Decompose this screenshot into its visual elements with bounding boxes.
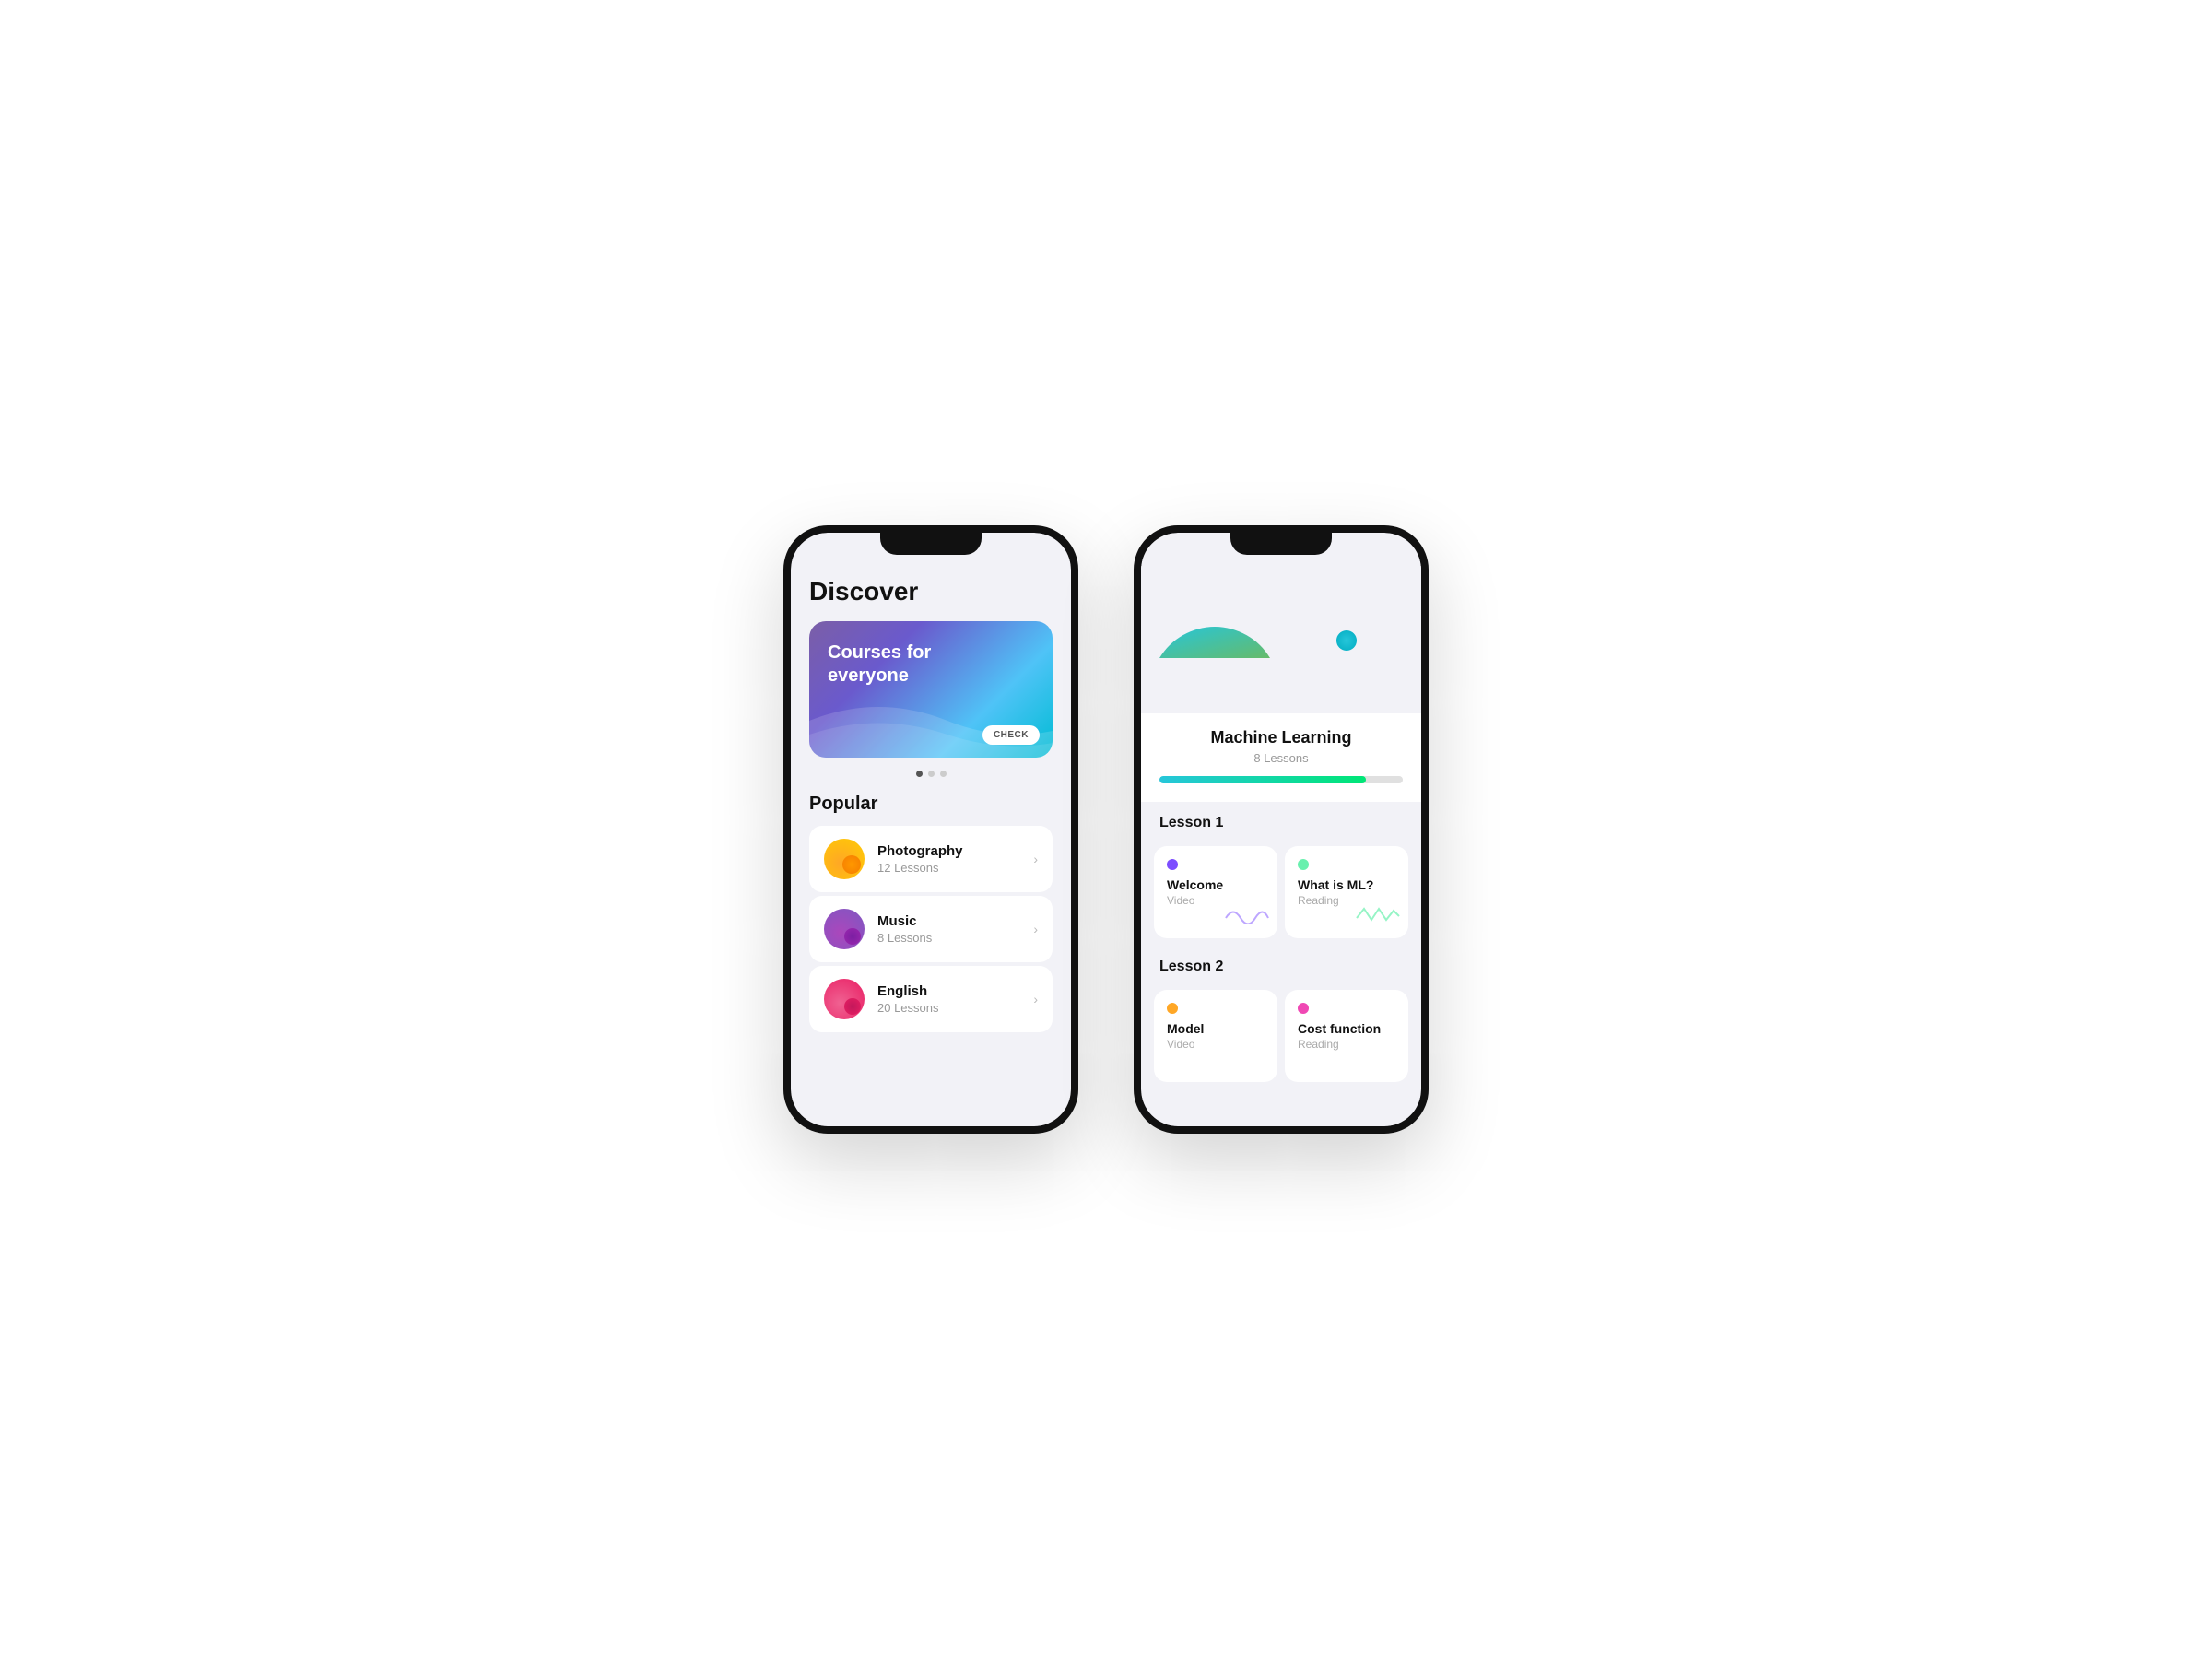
wave-decoration — [1355, 901, 1401, 929]
course-lessons: 12 Lessons — [877, 861, 1020, 875]
phone-course-detail: Machine Learning 8 Lessons Lesson 1 Welc… — [1134, 525, 1429, 1134]
progress-fill — [1159, 776, 1366, 783]
course-item-english[interactable]: English 20 Lessons › — [809, 966, 1053, 1032]
course-name: Photography — [877, 843, 1020, 859]
photography-icon — [824, 839, 865, 879]
course-list: Photography 12 Lessons › Music 8 Lessons — [809, 826, 1053, 1032]
lesson-dot — [1167, 859, 1178, 870]
course-lessons: 8 Lessons — [877, 931, 1020, 945]
scene: Discover Courses for everyone CHECK — [728, 470, 1484, 1189]
course-item-photography[interactable]: Photography 12 Lessons › — [809, 826, 1053, 892]
wave-decoration — [1224, 901, 1270, 929]
carousel-dots — [809, 771, 1053, 777]
popular-title: Popular — [809, 794, 1053, 815]
notch — [1230, 533, 1332, 555]
lesson-card-cost-function[interactable]: Cost function Reading — [1285, 990, 1408, 1082]
phone-discover: Discover Courses for everyone CHECK — [783, 525, 1078, 1134]
lesson-1-header: Lesson 1 — [1141, 802, 1421, 839]
lesson-dot — [1298, 859, 1309, 870]
dot-1[interactable] — [916, 771, 923, 777]
course-header: Machine Learning 8 Lessons — [1141, 566, 1421, 802]
english-icon — [824, 979, 865, 1019]
course-lesson-count: 8 Lessons — [1159, 751, 1403, 765]
check-button[interactable]: CHECK — [982, 725, 1040, 745]
chevron-icon: › — [1033, 992, 1038, 1006]
course-item-music[interactable]: Music 8 Lessons › — [809, 896, 1053, 962]
course-lessons: 20 Lessons — [877, 1001, 1020, 1015]
course-name: English — [877, 983, 1020, 999]
course-title-section: Machine Learning 8 Lessons — [1141, 713, 1421, 765]
lesson-dot — [1298, 1003, 1309, 1014]
lesson-type: Reading — [1298, 1038, 1395, 1051]
chevron-icon: › — [1033, 922, 1038, 936]
promo-banner: Courses for everyone CHECK — [809, 621, 1053, 758]
ml-dot-decoration — [1336, 630, 1357, 651]
lesson-card-what-is-ml[interactable]: What is ML? Reading — [1285, 846, 1408, 938]
discover-screen: Discover Courses for everyone CHECK — [791, 566, 1071, 1051]
lesson-1-grid: Welcome Video What is ML? Reading — [1141, 839, 1421, 946]
lesson-2-grid: Model Video Cost function Reading — [1141, 982, 1421, 1089]
dot-3[interactable] — [940, 771, 947, 777]
lesson-card-model[interactable]: Model Video — [1154, 990, 1277, 1082]
chevron-icon: › — [1033, 852, 1038, 866]
dot-2[interactable] — [928, 771, 935, 777]
progress-bar — [1159, 776, 1403, 783]
lesson-name: Cost function — [1298, 1021, 1395, 1036]
lesson-name: Welcome — [1167, 877, 1265, 892]
lesson-type: Video — [1167, 1038, 1265, 1051]
notch — [880, 533, 982, 555]
banner-text: Courses for everyone — [828, 641, 931, 688]
lesson-dot — [1167, 1003, 1178, 1014]
course-banner-area — [1141, 566, 1421, 713]
lesson-2-header: Lesson 2 — [1141, 946, 1421, 982]
lesson-card-welcome[interactable]: Welcome Video — [1154, 846, 1277, 938]
discover-title: Discover — [809, 577, 1053, 606]
lesson-name: What is ML? — [1298, 877, 1395, 892]
course-name: Music — [877, 913, 1020, 929]
lesson-name: Model — [1167, 1021, 1265, 1036]
course-main-title: Machine Learning — [1159, 728, 1403, 747]
detail-screen: Machine Learning 8 Lessons Lesson 1 Welc… — [1141, 566, 1421, 1089]
music-icon — [824, 909, 865, 949]
